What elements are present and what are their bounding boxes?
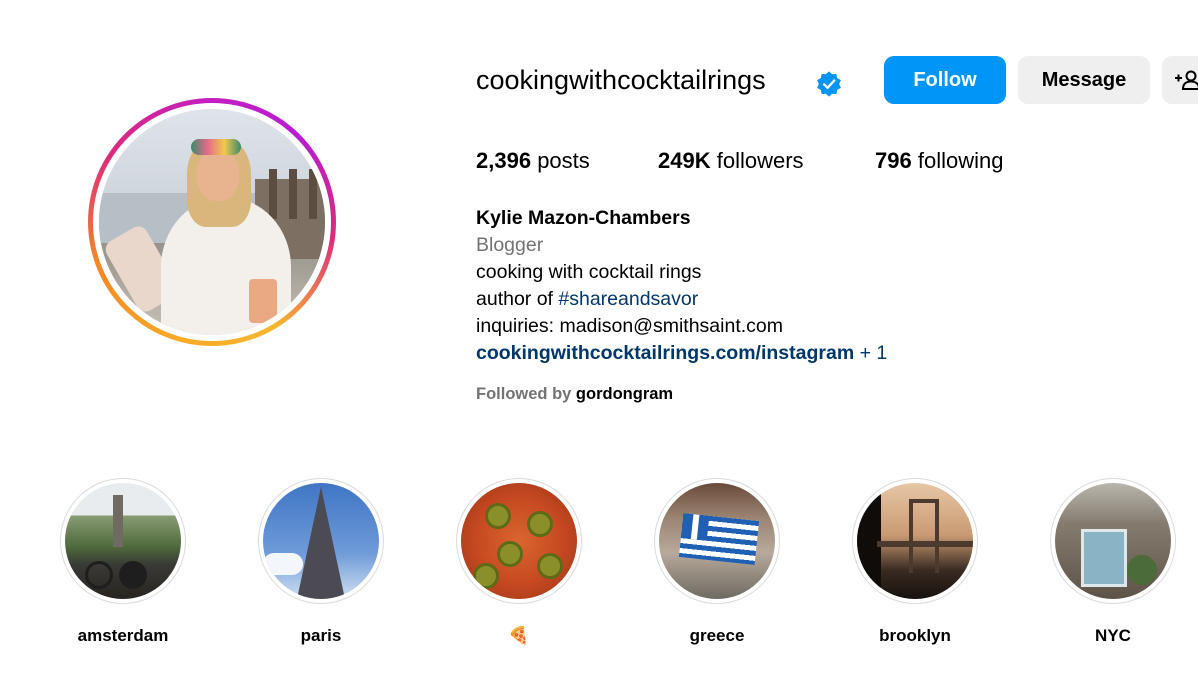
profile-category: Blogger [476,234,544,256]
cover-topping [497,541,523,567]
highlight-greece[interactable]: greece [652,478,782,646]
cover-storefront [1081,529,1127,587]
avatar-person-face [197,149,239,201]
cover-topping [485,503,511,529]
highlight-label: NYC [1095,626,1131,645]
cover-topping [473,563,499,589]
highlight-cover [65,483,181,599]
cover-bridge-tower [909,499,939,573]
external-link[interactable]: cookingwithcocktailrings.com/instagram [476,342,854,364]
more-links-button[interactable]: + 1 [854,342,888,364]
followed-by[interactable]: Followed by gordongram [476,385,673,404]
cover-bridge-deck [877,541,973,547]
hashtag-link[interactable]: #shareandsavor [558,288,698,310]
highlight-cover [857,483,973,599]
highlight-cover [461,483,577,599]
message-button[interactable]: Message [1018,56,1150,104]
highlight-cover [263,483,379,599]
profile-avatar-story-ring[interactable] [88,98,336,346]
highlight-label: amsterdam [77,626,169,645]
highlight-label: brooklyn [879,626,951,645]
highlight-ring [852,478,978,604]
highlight-amsterdam[interactable]: amsterdam [58,478,188,646]
cover-bicycle [85,561,113,589]
bio-author-prefix: author of [476,288,559,310]
cover-tower [113,495,123,547]
highlight-label: 🍕 [508,626,530,645]
bio-line-1: cooking with cocktail rings [476,261,702,283]
avatar-inner-border [93,103,331,341]
highlight-cover [1055,483,1171,599]
avatar-bg-dock-posts [309,169,317,219]
profile-full-name: Kylie Mazon-Chambers [476,207,691,229]
profile-bio: Kylie Mazon-Chambers Blogger cooking wit… [476,205,887,367]
posts-label: posts [537,148,590,173]
bio-line-3: inquiries: madison@smithsaint.com [476,315,783,337]
following-stat[interactable]: 796 following [875,146,1003,176]
highlight-cover [659,483,775,599]
avatar-person-headscarf [191,139,241,155]
cover-greek-flag [678,513,760,565]
followed-by-prefix: Followed by [476,385,576,403]
profile-username: cookingwithcocktailrings [476,65,766,95]
followers-label: followers [716,148,804,173]
bio-line-2: author of #shareandsavor [476,286,887,313]
verified-badge-icon [817,71,841,97]
highlight-paris[interactable]: paris [256,478,386,646]
highlight-ring [1050,478,1176,604]
cover-topping [537,553,563,579]
following-count: 796 [875,148,912,173]
cover-eiffel-tower [297,487,345,599]
posts-count: 2,396 [476,148,532,173]
following-label: following [917,148,1004,173]
followers-count: 249K [658,148,711,173]
cover-plant [1127,555,1157,585]
highlight-ring [258,478,384,604]
followers-stat[interactable]: 249K followers [658,146,804,176]
followed-by-user: gordongram [575,385,674,403]
highlight-ring [654,478,780,604]
highlight-label: paris [300,626,342,645]
highlight-nyc[interactable]: NYC [1048,478,1178,646]
profile-avatar[interactable] [99,109,325,335]
highlight-brooklyn[interactable]: brooklyn [850,478,980,646]
avatar-glass [249,279,277,323]
highlight-pizza[interactable]: 🍕 [454,478,584,646]
bio-links: cookingwithcocktailrings.com/instagram +… [476,340,887,367]
suggested-accounts-button[interactable] [1162,56,1198,104]
posts-stat: 2,396 posts [476,146,590,176]
cover-topping [527,511,553,537]
highlight-ring [456,478,582,604]
highlight-label: greece [689,626,745,645]
person-plus-icon [1175,70,1198,90]
highlight-ring [60,478,186,604]
follow-button[interactable]: Follow [884,56,1006,104]
